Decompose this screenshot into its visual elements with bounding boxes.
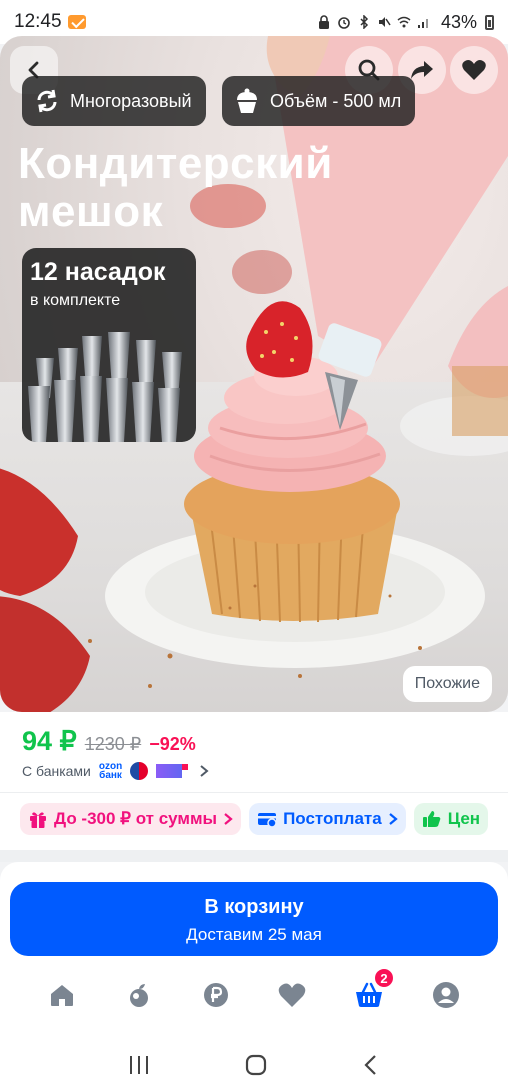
tag-volume-label: Объём - 500 мл [270, 90, 402, 111]
product-gallery[interactable]: Многоразовый Объём - 500 мл Кондитерский… [0, 36, 508, 712]
hero-title-line1: Кондитерский [18, 139, 333, 188]
chevron-right-icon [224, 813, 233, 825]
favorite-button[interactable] [450, 46, 498, 94]
discount-badge: −92% [149, 734, 196, 754]
gift-icon [30, 812, 46, 828]
bottom-panel: В корзину Доставим 25 мая 2 [0, 862, 508, 1090]
bank-logo-icon-2 [156, 764, 189, 778]
tag-reusable-label: Многоразовый [70, 90, 192, 111]
price-row: 94 ₽ 1230 ₽ −92% [22, 726, 196, 757]
tag-reusable: Многоразовый [22, 76, 206, 126]
back-nav-icon[interactable] [361, 1053, 381, 1077]
current-price: 94 ₽ [22, 726, 77, 756]
bank-logo-icon [130, 762, 149, 780]
chip-postpay[interactable]: Постоплата [249, 803, 406, 835]
thumbs-up-icon [422, 811, 441, 827]
tab-cart[interactable]: 2 [349, 967, 395, 1015]
home-nav-icon[interactable] [244, 1053, 268, 1077]
ozon-bank-logo: ozon банк [99, 762, 122, 781]
tab-fresh[interactable] [119, 975, 159, 1015]
tab-profile[interactable] [426, 975, 466, 1015]
profile-icon [432, 982, 459, 1008]
wifi-icon [397, 16, 411, 28]
heart-icon [462, 60, 486, 80]
card-icon [258, 813, 277, 828]
bluetooth-icon [360, 15, 369, 29]
lock-icon [318, 15, 329, 29]
status-time: 12:45 [14, 11, 62, 32]
nozzle-card: 12 насадок в комплекте [22, 248, 196, 442]
ruble-icon [203, 983, 228, 1007]
chevron-right-icon [388, 813, 398, 825]
price-section: 94 ₽ 1230 ₽ −92% С банками ozon банк [0, 712, 508, 792]
alarm-icon [338, 17, 350, 29]
chip-postpay-label: Постоплата [283, 809, 382, 828]
signal-icon [417, 19, 428, 28]
add-to-cart-label: В корзину [204, 896, 304, 918]
recent-apps-icon[interactable] [127, 1054, 151, 1076]
chip-discount[interactable]: До -300 ₽ от суммы [20, 803, 242, 835]
favorites-icon [279, 983, 306, 1007]
fresh-icon [129, 984, 148, 1007]
battery-percent: 43% [440, 11, 477, 32]
tab-bar: 2 [0, 967, 508, 1018]
tag-volume: Объём - 500 мл [222, 76, 416, 126]
similar-button[interactable]: Похожие [402, 666, 492, 702]
home-icon [51, 985, 74, 1006]
cart-badge: 2 [372, 967, 395, 989]
add-to-cart-button[interactable]: В корзину Доставим 25 мая [10, 882, 498, 956]
delivery-date: Доставим 25 мая [186, 925, 322, 944]
chevron-right-icon [200, 765, 209, 777]
hero-title: Кондитерский мешок [18, 140, 333, 236]
chip-price[interactable]: Цен [413, 803, 489, 835]
reusable-cycle-icon [37, 89, 57, 113]
chip-discount-label: До -300 ₽ от суммы [54, 809, 218, 828]
banks-label: С банками [22, 763, 91, 779]
battery-icon [485, 14, 494, 30]
hero-title-line2: мешок [18, 187, 164, 236]
share-icon [411, 61, 433, 79]
bank-offers[interactable]: С банками ozon банк [22, 762, 210, 781]
section-divider [0, 850, 508, 862]
chip-price-label: Цен [447, 809, 481, 828]
old-price: 1230 ₽ [84, 734, 142, 754]
tab-finance[interactable] [196, 975, 236, 1015]
tab-favorites[interactable] [272, 975, 312, 1015]
mute-icon [378, 17, 391, 27]
cupcake-icon [237, 88, 257, 113]
ozon-bank-logo-line2: банк [99, 770, 122, 781]
ozon-app-icon [67, 15, 86, 29]
nozzles-image [28, 332, 182, 442]
promo-chips: До -300 ₽ от суммы Постоплата Цен [0, 792, 508, 850]
status-icons: 43% [317, 12, 494, 33]
system-nav-bar [0, 1040, 508, 1090]
tab-home[interactable] [42, 975, 82, 1015]
